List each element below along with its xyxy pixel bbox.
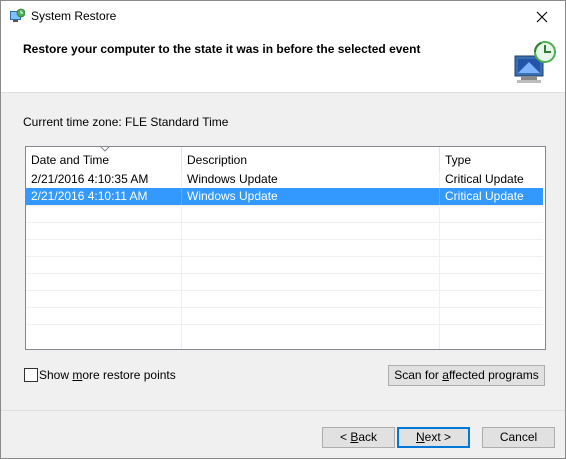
close-icon (536, 11, 548, 22)
sort-arrow-icon (100, 147, 110, 152)
grid-line (26, 290, 543, 291)
grid-line (26, 222, 543, 223)
cell-description: Windows Update (187, 172, 278, 186)
back-button[interactable]: < Back (322, 427, 395, 448)
cancel-button[interactable]: Cancel (482, 427, 555, 448)
close-button[interactable] (519, 1, 565, 32)
wizard-header: Restore your computer to the state it wa… (1, 32, 565, 93)
cell-description: Windows Update (182, 188, 440, 205)
grid-line (26, 273, 543, 274)
cell-type: Critical Update (445, 172, 524, 186)
system-restore-icon (10, 8, 25, 22)
title-bar: System Restore (1, 1, 565, 32)
column-header-type[interactable]: Type (440, 147, 543, 171)
cell-date: 2/21/2016 4:10:11 AM (26, 188, 182, 205)
show-more-label[interactable]: Show more restore points (39, 368, 176, 382)
page-heading: Restore your computer to the state it wa… (23, 42, 421, 56)
table-row[interactable]: 2/21/2016 4:10:35 AM Windows Update Crit… (26, 171, 543, 188)
grid-line (26, 205, 543, 206)
restore-points-list[interactable]: Date and Time Description Type 2/21/2016… (25, 146, 546, 350)
grid-line (26, 324, 543, 325)
grid-line (26, 307, 543, 308)
timezone-label: Current time zone: FLE Standard Time (23, 115, 229, 129)
footer-divider (1, 410, 565, 411)
table-row-selected[interactable]: 2/21/2016 4:10:11 AM Windows Update Crit… (26, 188, 543, 205)
show-more-checkbox[interactable] (24, 368, 38, 382)
scan-affected-programs-button[interactable]: Scan for affected programs (388, 365, 545, 386)
grid-line (26, 256, 543, 257)
cell-type: Critical Update (445, 189, 524, 203)
restore-monitor-icon (514, 41, 556, 83)
column-header-description[interactable]: Description (182, 147, 440, 171)
next-button[interactable]: Next > (397, 427, 470, 448)
grid-line (26, 239, 543, 240)
column-header-date[interactable]: Date and Time (26, 147, 182, 171)
cell-date: 2/21/2016 4:10:35 AM (31, 172, 149, 186)
system-restore-window: System Restore Restore your computer to … (0, 0, 566, 459)
window-title: System Restore (31, 9, 117, 23)
